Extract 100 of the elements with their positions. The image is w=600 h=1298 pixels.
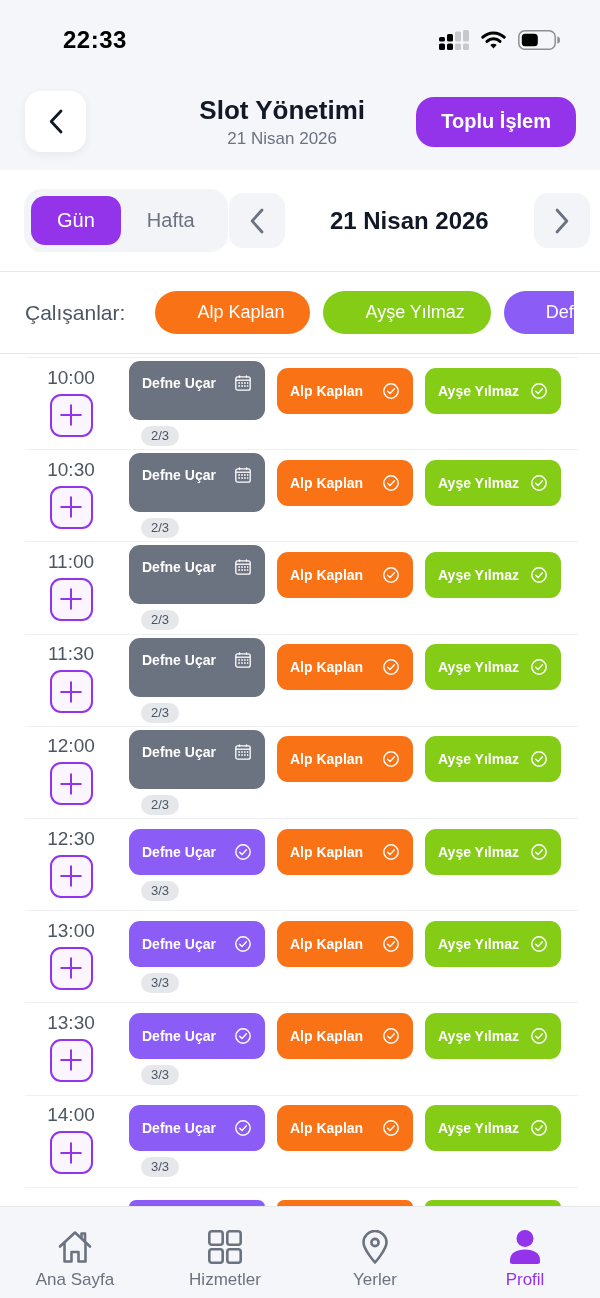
slot-chip[interactable]: Alp Kaplan — [277, 644, 413, 691]
check-circle-icon — [383, 843, 399, 860]
time-label: 12:00 — [47, 735, 95, 757]
slot-chip[interactable]: Defne Uçar — [129, 361, 265, 421]
employees-label: Çalışanlar: — [25, 300, 126, 325]
chevron-left-icon — [249, 207, 264, 234]
page-title: Slot Yönetimi — [199, 93, 365, 126]
calendar-icon — [235, 743, 251, 760]
check-circle-icon — [531, 843, 547, 860]
plus-icon — [60, 957, 82, 980]
slot-chip[interactable] — [129, 1199, 265, 1206]
check-circle-icon — [383, 382, 399, 399]
nav-tab[interactable]: Yerler — [300, 1207, 450, 1298]
wifi-icon — [481, 31, 506, 49]
add-slot-button[interactable] — [49, 577, 93, 621]
slot-chip[interactable]: Alp Kaplan — [277, 920, 413, 967]
check-circle-icon — [531, 566, 547, 583]
slot-chip[interactable]: Ayşe Yılmaz — [425, 1105, 561, 1152]
count-badge: 3/3 — [141, 880, 180, 901]
view-tab[interactable]: Hafta — [120, 196, 221, 245]
slot-chip[interactable]: Ayşe Yılmaz — [425, 367, 561, 414]
slot-chip[interactable]: Alp Kaplan — [277, 1105, 413, 1152]
slot-chip[interactable]: Alp Kaplan — [277, 1012, 413, 1059]
bulk-action-button[interactable]: Toplu İşlem — [416, 96, 576, 147]
view-tab[interactable]: Gün — [31, 196, 121, 245]
check-circle-icon — [383, 935, 399, 952]
time-label: 13:00 — [47, 919, 95, 941]
grid-icon — [208, 1230, 242, 1264]
add-slot-button[interactable] — [49, 854, 93, 898]
check-circle-icon — [531, 474, 547, 491]
add-slot-button[interactable] — [49, 1131, 93, 1175]
add-slot-button[interactable] — [49, 762, 93, 806]
add-slot-button[interactable] — [49, 670, 93, 714]
back-button[interactable] — [25, 91, 86, 152]
add-slot-button[interactable] — [49, 1038, 93, 1082]
battery-icon — [518, 30, 560, 50]
check-circle-icon — [383, 474, 399, 491]
slot-chip[interactable]: Alp Kaplan — [277, 828, 413, 875]
check-circle-icon — [531, 1120, 547, 1137]
page-subtitle: 21 Nisan 2026 — [227, 127, 337, 150]
slot-chip[interactable]: Defne Uçar — [129, 637, 265, 697]
check-circle-icon — [531, 1027, 547, 1044]
slot-chip[interactable]: Ayşe Yılmaz — [425, 736, 561, 783]
add-slot-button[interactable] — [49, 393, 93, 437]
slot-chip[interactable]: Defne Uçar — [129, 453, 265, 513]
check-circle-icon — [383, 1120, 399, 1137]
slot-chip[interactable]: Defne Uçar — [129, 920, 265, 967]
nav-tab[interactable]: Ana Sayfa — [0, 1207, 150, 1298]
slot-chip[interactable]: Ayşe Yılmaz — [425, 551, 561, 598]
time-label: 11:00 — [47, 550, 95, 572]
plus-icon — [60, 772, 82, 795]
slot-chip[interactable]: Defne Uçar — [129, 545, 265, 605]
chevron-right-icon — [555, 207, 569, 234]
nav-tab[interactable]: Hizmetler — [150, 1207, 300, 1298]
time-label: 10:30 — [47, 458, 95, 480]
check-circle-icon — [235, 935, 251, 952]
check-circle-icon — [531, 659, 547, 676]
nav-tab[interactable]: Profil — [450, 1207, 600, 1298]
person-icon — [510, 1230, 540, 1264]
count-badge: 3/3 — [141, 1064, 180, 1085]
count-badge: 2/3 — [141, 794, 180, 815]
check-circle-icon — [235, 1120, 251, 1137]
check-circle-icon — [235, 843, 251, 860]
next-day-button[interactable] — [534, 193, 590, 248]
add-slot-button[interactable] — [49, 485, 93, 529]
add-slot-button[interactable] — [49, 946, 93, 990]
slot-chip[interactable]: Ayşe Yılmaz — [425, 644, 561, 691]
check-circle-icon — [383, 566, 399, 583]
signal-icon — [439, 30, 469, 50]
slot-chip[interactable] — [277, 1199, 413, 1206]
slot-chip[interactable]: Defne Uçar — [129, 729, 265, 789]
check-circle-icon — [383, 659, 399, 676]
home-icon — [58, 1230, 92, 1264]
slot-chip[interactable]: Alp Kaplan — [277, 459, 413, 506]
slot-chip[interactable]: Ayşe Yılmaz — [425, 1012, 561, 1059]
status-time: 22:33 — [63, 26, 127, 54]
slot-chip[interactable]: Defne Uçar — [129, 828, 265, 875]
slot-chip[interactable]: Ayşe Yılmaz — [425, 920, 561, 967]
calendar-icon — [235, 467, 251, 484]
employee-chip[interactable]: Alp Kaplan — [155, 291, 311, 334]
check-circle-icon — [531, 382, 547, 399]
slot-chip[interactable]: Alp Kaplan — [277, 551, 413, 598]
check-circle-icon — [383, 1027, 399, 1044]
calendar-icon — [235, 375, 251, 392]
map-pin-icon — [362, 1230, 388, 1264]
plus-icon — [60, 865, 82, 888]
slot-chip[interactable]: Ayşe Yılmaz — [425, 459, 561, 506]
previous-day-button[interactable] — [228, 193, 285, 248]
count-badge: 2/3 — [141, 702, 180, 723]
count-badge: 2/3 — [141, 610, 180, 631]
slot-chip[interactable]: Alp Kaplan — [277, 367, 413, 414]
slot-chip[interactable]: Alp Kaplan — [277, 736, 413, 783]
slot-chip[interactable]: Ayşe Yılmaz — [425, 828, 561, 875]
employee-chip[interactable]: Ayşe Yılmaz — [323, 291, 491, 334]
slot-chip[interactable]: Defne Uçar — [129, 1012, 265, 1059]
time-label: 11:30 — [47, 643, 95, 665]
plus-icon — [60, 588, 82, 611]
count-badge: 2/3 — [141, 518, 180, 539]
employee-chip[interactable]: Def — [503, 291, 574, 334]
slot-chip[interactable]: Defne Uçar — [129, 1105, 265, 1152]
